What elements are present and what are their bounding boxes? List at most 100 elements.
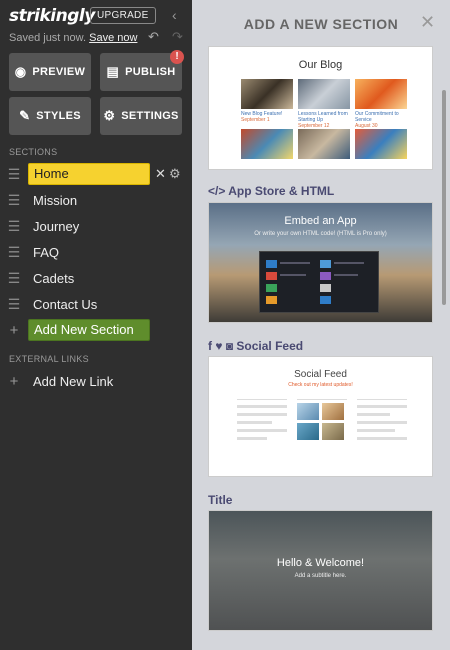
section-label: Mission xyxy=(33,192,78,208)
save-status: Saved just now. Save now xyxy=(9,32,137,44)
app-text-line xyxy=(334,274,358,276)
app-tile xyxy=(266,260,277,268)
close-icon[interactable]: ✕ xyxy=(420,12,435,33)
blog-thumbnail xyxy=(298,129,350,159)
section-settings-gear-icon[interactable]: ⚙ xyxy=(169,166,181,182)
section-item-faq[interactable]: ☰ FAQ xyxy=(0,241,192,263)
blog-thumbnail xyxy=(298,79,350,109)
instagram-icon: ◙ xyxy=(225,339,234,353)
drag-handle-icon[interactable]: ☰ xyxy=(0,244,28,261)
section-home-pill[interactable]: Home xyxy=(28,163,150,185)
preview-label: PREVIEW xyxy=(32,66,86,78)
feed-column-header xyxy=(357,397,407,400)
delete-section-icon[interactable]: ✕ xyxy=(155,166,166,182)
publish-label: PUBLISH xyxy=(125,66,176,78)
app-store-category-label: </> App Store & HTML xyxy=(208,184,335,198)
blog-post-caption: Our Commitment to Service August 30 xyxy=(355,111,407,129)
section-item-journey[interactable]: ☰ Journey xyxy=(0,215,192,237)
feed-row xyxy=(237,429,287,432)
twitter-icon: ♥ xyxy=(215,339,223,353)
social-feed-label: Social Feed xyxy=(236,339,304,353)
preview-button[interactable]: ◉ PREVIEW xyxy=(9,53,91,91)
app-card-subtitle: Or write your own HTML code! (HTML is Pr… xyxy=(254,231,387,237)
blog-thumbnail xyxy=(355,129,407,159)
blog-section-card[interactable]: Our Blog New Blog Feature! September 1 L… xyxy=(208,46,433,170)
strikingly-logo[interactable]: strikingly xyxy=(9,6,95,26)
drag-handle-icon[interactable]: ☰ xyxy=(0,166,28,183)
undo-icon[interactable]: ↶ xyxy=(148,29,159,45)
blog-post-caption: New Blog Feature! September 1 xyxy=(241,111,293,125)
blog-card-title: Our Blog xyxy=(298,59,343,71)
title-section-preview: Hello & Welcome! Add a subtitle here. xyxy=(209,511,432,630)
add-section-row[interactable]: + Add New Section xyxy=(0,319,192,341)
panel-scrollbar[interactable] xyxy=(442,90,446,305)
instagram-feed-column xyxy=(297,397,347,440)
external-links-heading: EXTERNAL LINKS xyxy=(9,354,89,364)
save-now-link[interactable]: Save now xyxy=(89,32,137,44)
section-item-contact-us[interactable]: ☰ Contact Us xyxy=(0,293,192,315)
blog-post-date: September 1 xyxy=(241,117,270,123)
feed-row xyxy=(237,421,272,424)
styles-button[interactable]: ✎ STYLES xyxy=(9,97,91,135)
feed-row xyxy=(237,405,287,408)
feed-row xyxy=(357,413,390,416)
blog-post: Our Commitment to Service August 30 xyxy=(355,79,407,129)
gear-icon: ⚙ xyxy=(103,108,116,123)
title-category-label: Title xyxy=(208,493,233,507)
drag-handle-icon[interactable]: ☰ xyxy=(0,192,28,209)
app-tile xyxy=(266,284,277,292)
app-tile xyxy=(320,260,331,268)
facebook-icon: f xyxy=(208,339,212,353)
eye-icon: ◉ xyxy=(14,64,27,79)
app-store-section-card[interactable]: Embed an App Or write your own HTML code… xyxy=(208,202,433,323)
app-card-title: Embed an App xyxy=(284,215,357,227)
section-item-cadets[interactable]: ☰ Cadets xyxy=(0,267,192,289)
app-tile xyxy=(320,284,331,292)
saved-text: Saved just now. xyxy=(9,32,87,44)
feed-row xyxy=(357,437,407,440)
drag-handle-icon[interactable]: ☰ xyxy=(0,296,28,313)
section-label: Journey xyxy=(33,218,80,234)
title-section-card[interactable]: Hello & Welcome! Add a subtitle here. xyxy=(208,510,433,631)
settings-button[interactable]: ⚙ SETTINGS xyxy=(100,97,182,135)
blog-post: Lessons Learned from Starting Up Septemb… xyxy=(298,79,350,129)
feed-row xyxy=(357,421,407,424)
feed-row xyxy=(237,413,287,416)
drag-handle-icon[interactable]: ☰ xyxy=(0,270,28,287)
add-section-label: Add New Section xyxy=(34,322,134,337)
social-feed-section-card[interactable]: Social Feed Check out my latest updates! xyxy=(208,356,433,477)
sections-heading: SECTIONS xyxy=(9,147,58,157)
instagram-photo xyxy=(322,423,344,440)
section-label: Cadets xyxy=(33,270,75,286)
section-label: FAQ xyxy=(33,244,60,260)
drag-handle-icon[interactable]: ☰ xyxy=(0,218,28,235)
twitter-feed-column xyxy=(357,397,407,440)
blog-post-title: Lessons Learned from Starting Up xyxy=(298,111,348,123)
plus-icon: + xyxy=(9,372,19,390)
social-card-subtitle: Check out my latest updates! xyxy=(288,382,353,388)
section-item-mission[interactable]: ☰ Mission xyxy=(0,189,192,211)
app-tile xyxy=(266,272,277,280)
section-item-home[interactable]: ☰ Home ✕ ⚙ xyxy=(0,163,192,185)
add-new-link-label[interactable]: Add New Link xyxy=(28,374,113,389)
add-new-section-button[interactable]: Add New Section xyxy=(28,319,150,341)
plus-icon: + xyxy=(9,321,19,339)
add-new-link-row[interactable]: + Add New Link xyxy=(0,370,192,392)
redo-icon[interactable]: ↷ xyxy=(172,29,183,45)
title-card-heading: Hello & Welcome! xyxy=(276,557,365,569)
feed-column-header xyxy=(237,397,287,400)
social-feed-category: f ♥ ◙ Social Feed xyxy=(208,339,303,353)
instagram-grid xyxy=(297,403,347,440)
upgrade-button[interactable]: UPGRADE xyxy=(90,7,156,24)
collapse-sidebar-icon[interactable]: ‹ xyxy=(172,6,184,24)
editor-sidebar: strikingly UPGRADE ‹ Saved just now. Sav… xyxy=(0,0,192,650)
title-card-subtitle: Add a subtitle here. xyxy=(294,573,347,579)
add-section-panel: ADD A NEW SECTION ✕ Our Blog New Blog Fe… xyxy=(192,0,450,650)
styles-label: STYLES xyxy=(36,110,81,122)
feed-column-header xyxy=(297,397,347,400)
app-store-preview: Embed an App Or write your own HTML code… xyxy=(209,203,432,322)
section-label: Home xyxy=(34,166,69,181)
social-card-title: Social Feed xyxy=(294,369,347,380)
feed-row xyxy=(357,429,395,432)
instagram-photo xyxy=(297,403,319,420)
